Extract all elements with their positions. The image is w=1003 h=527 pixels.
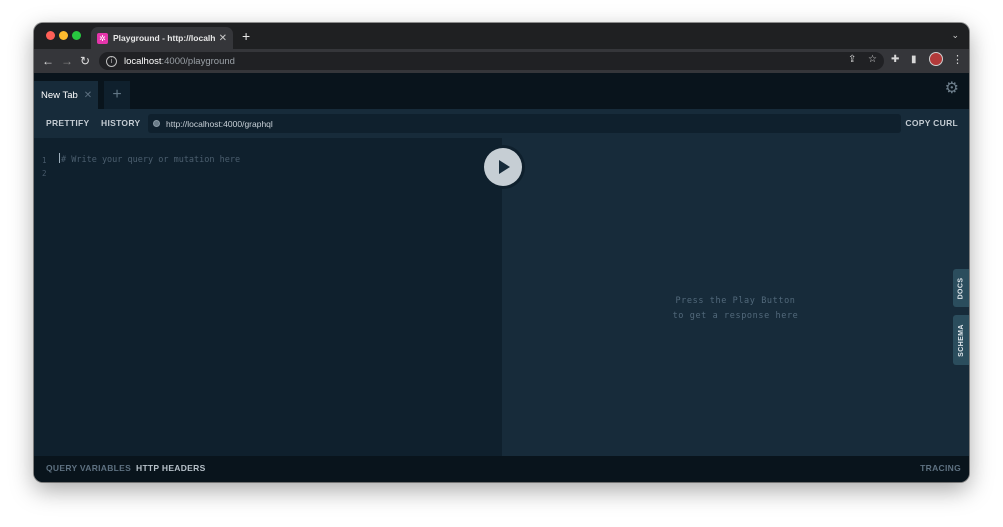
editor-placeholder: # Write your query or mutation here	[61, 155, 241, 165]
browser-tab-title: Playground - http://localhost:4	[113, 33, 215, 43]
address-bar[interactable]: i localhost:4000/playground	[99, 52, 884, 70]
bottom-bar: QUERY VARIABLES HTTP HEADERS TRACING	[34, 456, 969, 482]
address-url: localhost:4000/playground	[124, 56, 235, 67]
star-icon[interactable]: ☆	[868, 52, 877, 68]
text-cursor	[59, 153, 60, 163]
graphql-icon: ✲	[97, 32, 108, 44]
side-panel-icon[interactable]: ▮	[911, 52, 917, 68]
avatar[interactable]	[929, 52, 943, 66]
forward-arrow-icon[interactable]: →	[61, 53, 73, 69]
result-hint: Press the Play Button to get a response …	[502, 294, 969, 324]
browser-window: ✲ Playground - http://localhost:4 ✕ + ⌄ …	[34, 23, 969, 482]
close-window-button[interactable]	[46, 31, 55, 40]
close-icon[interactable]: ✕	[84, 90, 92, 101]
add-tab-button[interactable]: +	[104, 81, 130, 109]
result-hint-line: to get a response here	[672, 311, 799, 321]
docs-tab[interactable]: DOCS	[953, 269, 969, 307]
execute-query-button[interactable]	[484, 148, 522, 186]
play-icon	[499, 160, 510, 174]
schema-tab-label: SCHEMA	[957, 323, 965, 357]
info-icon[interactable]: i	[106, 55, 117, 67]
editor-content[interactable]: # Write your query or mutation here	[59, 153, 240, 167]
reload-icon[interactable]: ↻	[80, 53, 90, 69]
maximize-window-button[interactable]	[72, 31, 81, 40]
url-host: localhost	[124, 55, 162, 67]
line-number: 1	[42, 156, 47, 165]
browser-tab-playground[interactable]: ✲ Playground - http://localhost:4 ✕	[91, 27, 233, 49]
tab-new-tab[interactable]: New Tab ✕	[34, 81, 98, 109]
line-number: 2	[42, 169, 47, 178]
extensions-puzzle-icon[interactable]: ✚	[891, 52, 899, 68]
minimize-window-button[interactable]	[59, 31, 68, 40]
new-tab-button[interactable]: +	[242, 28, 250, 44]
docs-tab-label: DOCS	[957, 277, 965, 299]
query-editor[interactable]: 1 2 # Write your query or mutation here	[34, 138, 502, 456]
result-hint-line: Press the Play Button	[675, 296, 796, 306]
tracing-tab[interactable]: TRACING	[920, 463, 961, 473]
browser-tab-strip: ✲ Playground - http://localhost:4 ✕ + ⌄	[34, 23, 969, 49]
share-icon[interactable]: ⇪	[848, 52, 856, 68]
http-headers-tab[interactable]: HTTP HEADERS	[136, 463, 206, 473]
playground: New Tab ✕ + ⚙ PRETTIFY HISTORY http://lo…	[34, 73, 969, 482]
chevron-down-icon[interactable]: ⌄	[951, 30, 959, 41]
playground-toolbar: PRETTIFY HISTORY http://localhost:4000/g…	[34, 109, 969, 138]
endpoint-input[interactable]: http://localhost:4000/graphql	[148, 114, 901, 133]
history-button[interactable]: HISTORY	[101, 114, 140, 132]
query-variables-tab[interactable]: QUERY VARIABLES	[46, 463, 131, 473]
close-icon[interactable]: ✕	[219, 33, 227, 44]
playground-tab-bar: New Tab ✕ + ⚙	[34, 73, 969, 109]
connection-status-icon	[153, 120, 160, 127]
copy-curl-button[interactable]: COPY CURL	[905, 114, 958, 132]
back-arrow-icon[interactable]: ←	[42, 53, 54, 69]
gear-icon[interactable]: ⚙	[945, 79, 959, 99]
line-numbers: 1 2	[42, 154, 47, 180]
more-vertical-icon[interactable]: ⋮	[952, 52, 963, 68]
result-panel: Press the Play Button to get a response …	[502, 138, 969, 456]
url-path: :4000/playground	[161, 55, 235, 67]
prettify-button[interactable]: PRETTIFY	[46, 114, 90, 132]
endpoint-url: http://localhost:4000/graphql	[166, 118, 273, 129]
tab-label: New Tab	[41, 89, 78, 101]
schema-tab[interactable]: SCHEMA	[953, 315, 969, 365]
browser-toolbar: ← → ↻ i localhost:4000/playground ⇪ ☆ ✚ …	[34, 49, 969, 73]
